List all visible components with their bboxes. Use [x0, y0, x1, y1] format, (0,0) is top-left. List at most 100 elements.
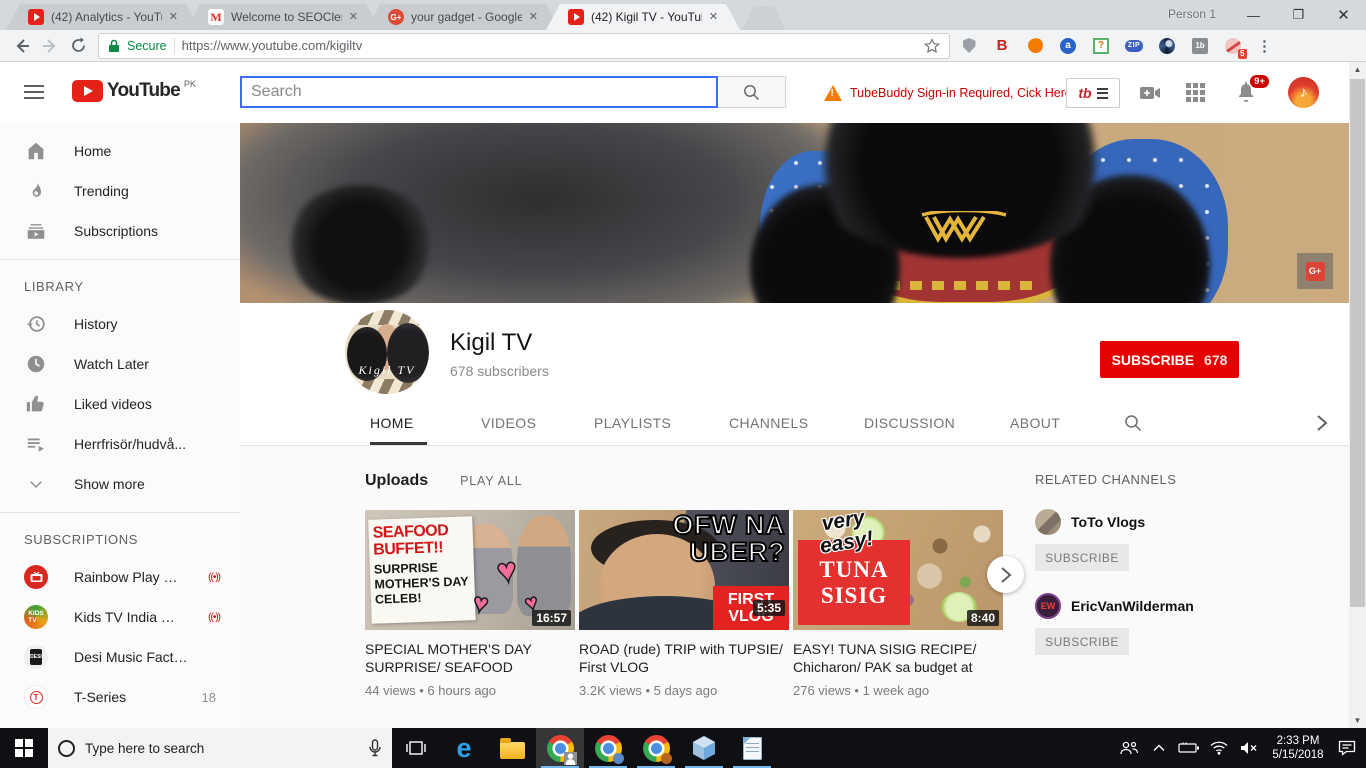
chrome-button-3[interactable] [632, 728, 680, 768]
tab-kigil-tv-active[interactable]: (42) Kigil TV - YouTube - ✕ [546, 4, 740, 30]
sidebar-item-rainbow-play[interactable]: Rainbow Play … ((•)) [0, 557, 240, 597]
sidebar-item-playlist-herrfrisor[interactable]: Herrfrisör/hudvå... [0, 424, 240, 464]
battery-icon[interactable] [1176, 728, 1202, 768]
sidebar-item-trending[interactable]: Trending [0, 171, 240, 211]
volume-muted-icon[interactable] [1236, 728, 1262, 768]
back-button[interactable] [8, 32, 36, 60]
tab-analytics[interactable]: (42) Analytics - YouTube ✕ [6, 4, 200, 30]
sidebar-item-show-more[interactable]: Show more [0, 464, 240, 504]
channel-avatar[interactable]: Kigil TV [345, 310, 429, 394]
bookmark-star-icon[interactable] [924, 38, 940, 54]
sidebar-item-home[interactable]: Home [0, 131, 240, 171]
tab-close-icon[interactable]: ✕ [169, 12, 178, 23]
video-card[interactable]: OFW NA UBER? FIRST VLOG 5:35 ROAD (rude)… [579, 510, 789, 698]
video-thumbnail[interactable]: SEAFOOD BUFFET!! SURPRISE MOTHER'S DAY C… [365, 510, 575, 630]
subscribe-button-eric[interactable]: SUBSCRIBE [1035, 628, 1129, 655]
wifi-icon[interactable] [1206, 728, 1232, 768]
warning-text[interactable]: TubeBuddy Sign-in Required, Cick Here [850, 86, 1072, 100]
gplus-share-button[interactable]: G+ [1297, 253, 1333, 289]
upload-video-icon[interactable] [1138, 81, 1162, 105]
close-button[interactable]: ✕ [1321, 0, 1366, 30]
new-tab-button[interactable] [742, 6, 786, 30]
chrome-button-2[interactable] [584, 728, 632, 768]
restore-button[interactable]: ❐ [1276, 0, 1321, 30]
subscribe-button-toto[interactable]: SUBSCRIBE [1035, 544, 1129, 571]
sidebar-item-kids-tv-india[interactable]: KIDSTV Kids TV India … ((•)) [0, 597, 240, 637]
address-bar[interactable]: Secure https://www.youtube.com/kigiltv [98, 33, 950, 59]
video-card[interactable]: SEAFOOD BUFFET!! SURPRISE MOTHER'S DAY C… [365, 510, 575, 698]
tab-channels[interactable]: CHANNELS [729, 400, 808, 446]
sidebar-item-desi-music-factory[interactable]: DESI Desi Music Factory [0, 637, 240, 677]
tab-discussion[interactable]: DISCUSSION [864, 400, 955, 446]
tab-close-icon[interactable]: ✕ [349, 12, 358, 23]
next-videos-button[interactable] [987, 556, 1024, 593]
related-channel-ericvanwilderman[interactable]: EW EricVanWilderman [1035, 593, 1315, 619]
tab-close-icon[interactable]: ✕ [529, 12, 538, 23]
forward-button[interactable] [36, 32, 64, 60]
notifications-bell-icon[interactable]: 9+ [1234, 80, 1260, 106]
video-thumbnail[interactable]: TUNA SISIG very easy! 8:40 [793, 510, 1003, 630]
p-extension-icon[interactable] [1158, 37, 1176, 55]
minimize-button[interactable]: — [1231, 0, 1276, 30]
video-title[interactable]: EASY! TUNA SISIG RECIPE/ Chicharon/ PAK … [793, 640, 1003, 676]
related-channel-toto[interactable]: ToTo Vlogs [1035, 509, 1315, 535]
sidebar-item-t-series[interactable]: T T-Series 18 [0, 677, 240, 717]
tray-chevron-up-icon[interactable] [1146, 728, 1172, 768]
taskbar-search-input[interactable] [85, 741, 358, 756]
youtube-logo[interactable]: YouTube PK [72, 80, 196, 102]
youtube-apps-icon[interactable] [1186, 83, 1210, 107]
url-text[interactable]: https://www.youtube.com/kigiltv [182, 38, 917, 53]
chrome-button-active[interactable] [536, 728, 584, 768]
search-input[interactable] [240, 76, 718, 108]
tab-close-icon[interactable]: ✕ [709, 12, 718, 23]
sidebar-item-liked-videos[interactable]: Liked videos [0, 384, 240, 424]
sidebar-item-history[interactable]: History [0, 304, 240, 344]
guide-menu-icon[interactable] [24, 85, 44, 99]
tab-googleplus[interactable]: G+ your gadget - Google+ ✕ [366, 4, 560, 30]
sidebar-item-watch-later[interactable]: Watch Later [0, 344, 240, 384]
tubebuddy-extension-icon[interactable]: 1b [1191, 37, 1209, 55]
people-icon[interactable] [1116, 728, 1142, 768]
scroll-up-icon[interactable]: ▲ [1349, 62, 1366, 77]
notepad-button[interactable] [728, 728, 776, 768]
tab-playlists[interactable]: PLAYLISTS [594, 400, 671, 446]
tab-videos[interactable]: VIDEOS [481, 400, 536, 446]
tubebuddy-button[interactable]: tb [1066, 78, 1120, 108]
search-button[interactable] [718, 76, 786, 108]
scrollbar-thumb[interactable] [1350, 79, 1365, 607]
video-card[interactable]: TUNA SISIG very easy! 8:40 EASY! TUNA SI… [793, 510, 1003, 698]
play-all-link[interactable]: PLAY ALL [460, 474, 522, 488]
task-view-button[interactable] [392, 728, 440, 768]
tab-about[interactable]: ABOUT [1010, 400, 1060, 446]
shield-extension-icon[interactable] [960, 37, 978, 55]
scroll-down-icon[interactable]: ▼ [1349, 713, 1366, 728]
channel-search-icon[interactable] [1124, 400, 1142, 446]
tab-home[interactable]: HOME [370, 400, 414, 446]
browser-menu-icon[interactable]: ⋮ [1257, 37, 1272, 55]
video-title[interactable]: SPECIAL MOTHER'S DAY SURPRISE/ SEAFOOD [365, 640, 575, 676]
action-center-icon[interactable] [1334, 728, 1360, 768]
tubebuddy-warning[interactable]: TubeBuddy Sign-in Required, Cick Here [824, 62, 1072, 123]
cube-app-button[interactable] [680, 728, 728, 768]
account-avatar[interactable]: ♪ [1288, 77, 1319, 108]
s-extension-icon[interactable]: 5 [1224, 37, 1242, 55]
tabs-chevron-right-icon[interactable] [1315, 400, 1329, 446]
question-extension-icon[interactable]: ? [1092, 37, 1110, 55]
taskbar-search[interactable] [48, 728, 392, 768]
sidebar-item-partial[interactable] [0, 717, 240, 728]
tab-seoclerks[interactable]: M Welcome to SEOClerks - ✕ [186, 4, 380, 30]
page-scrollbar[interactable]: ▲ ▼ [1349, 62, 1366, 728]
b-extension-icon[interactable]: B [993, 37, 1011, 55]
subscribe-button[interactable]: SUBSCRIBE 678 [1100, 341, 1239, 378]
sidebar-item-subscriptions[interactable]: Subscriptions [0, 211, 240, 251]
video-title[interactable]: ROAD (rude) TRIP with TUPSIE/ First VLOG [579, 640, 789, 676]
browser-profile-name[interactable]: Person 1 [1168, 7, 1216, 21]
taskbar-clock[interactable]: 2:33 PM 5/15/2018 [1266, 734, 1330, 762]
start-button[interactable] [0, 728, 48, 768]
a-extension-icon[interactable]: a [1059, 37, 1077, 55]
zip-extension-icon[interactable]: ZIP [1125, 37, 1143, 55]
edge-button[interactable]: e [440, 728, 488, 768]
orange-extension-icon[interactable] [1026, 37, 1044, 55]
video-thumbnail[interactable]: OFW NA UBER? FIRST VLOG 5:35 [579, 510, 789, 630]
microphone-icon[interactable] [368, 739, 382, 757]
